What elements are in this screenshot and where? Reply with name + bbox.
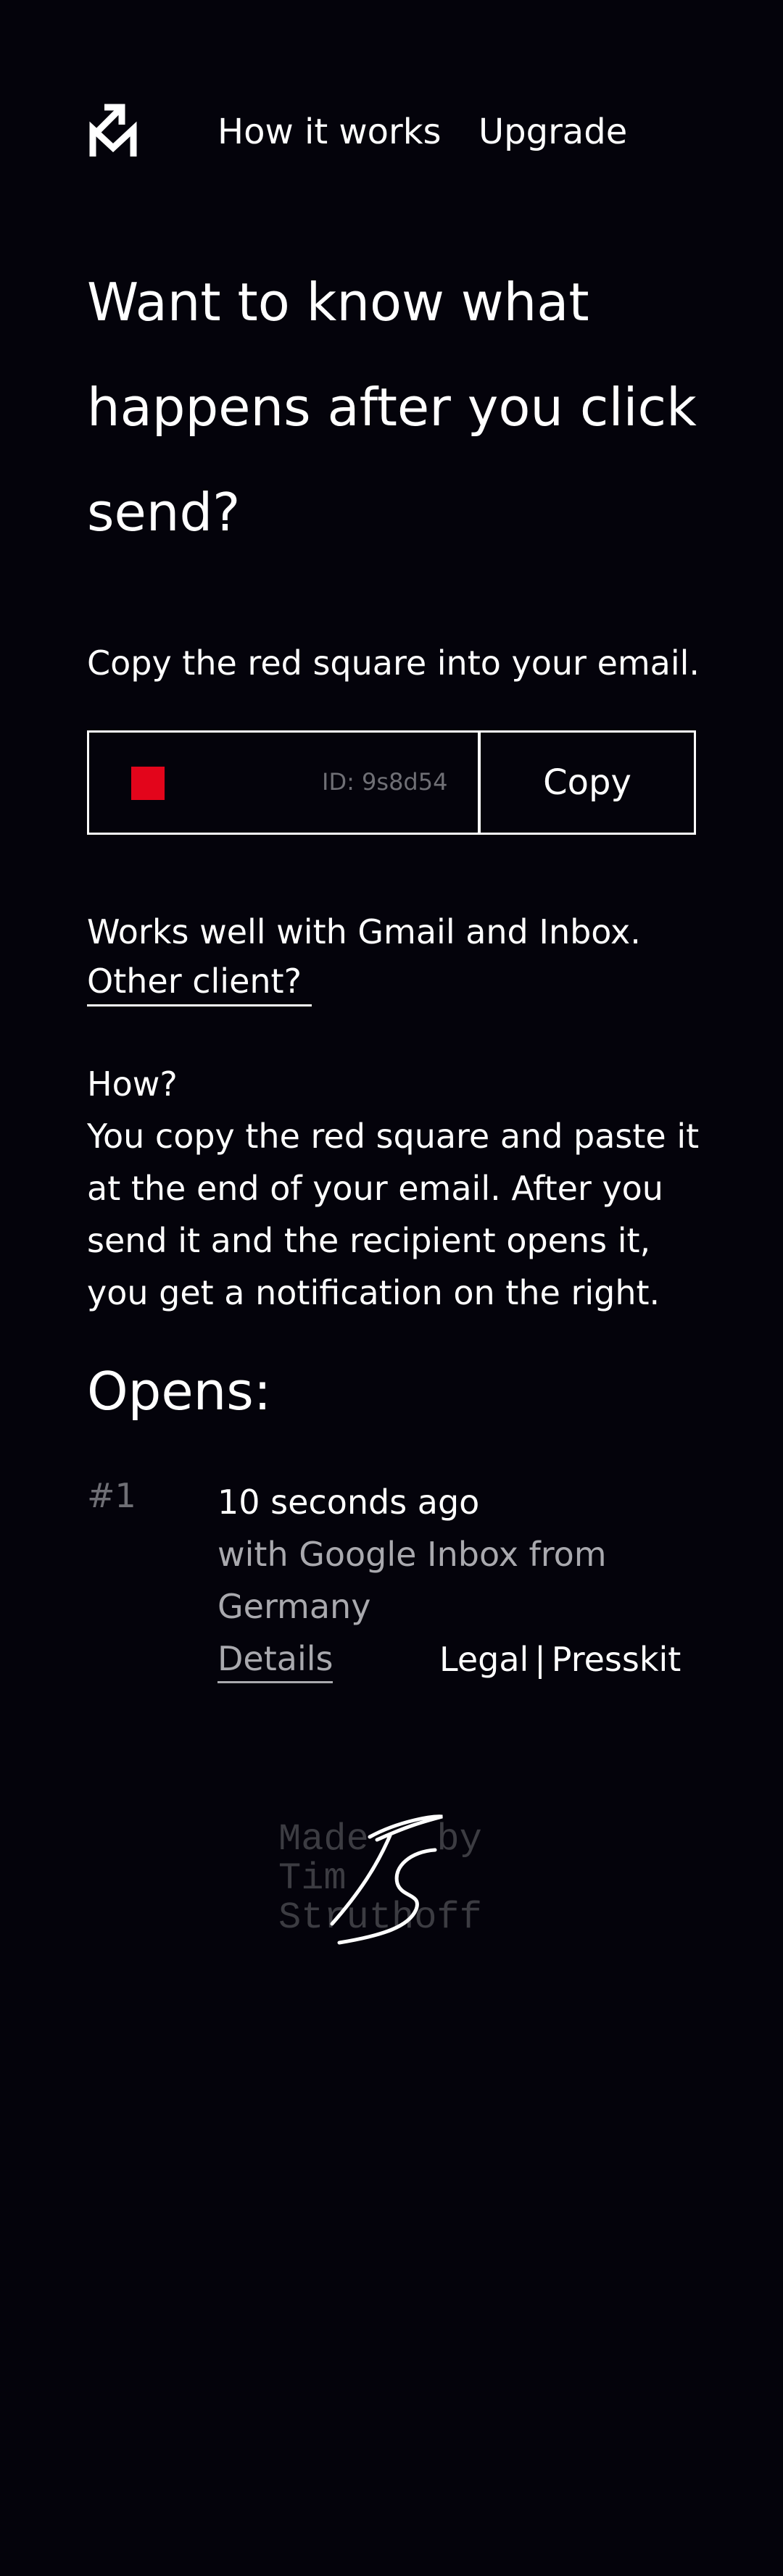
open-item-time: 10 seconds ago	[218, 1483, 480, 1522]
other-client-link[interactable]: Other client?	[87, 958, 312, 1006]
opens-heading: Opens:	[87, 1361, 272, 1422]
red-tracking-square[interactable]	[131, 767, 165, 800]
nav-upgrade-link[interactable]: Upgrade	[478, 112, 627, 152]
tracker-copy-box: ID: 9s8d54 Copy	[87, 730, 696, 835]
intro-text: Copy the red square into your email.	[87, 643, 700, 683]
page-headline: Want to know what happens after you clic…	[87, 272, 697, 543]
how-description: You copy the red square and paste it at …	[87, 1117, 700, 1312]
envelope-arrow-logo-icon[interactable]	[87, 101, 139, 159]
open-item-details-link[interactable]: Details	[218, 1636, 334, 1683]
footer-links: Legal | Presskit	[439, 1633, 681, 1685]
ts-signature-icon	[330, 1814, 443, 1945]
compatibility-text: Works well with Gmail and Inbox.	[87, 912, 641, 951]
how-section: How? You copy the red square and paste i…	[87, 1058, 710, 1319]
how-heading: How?	[87, 1064, 178, 1104]
open-item-source: with Google Inbox from Germany	[218, 1535, 607, 1626]
nav-how-it-works-link[interactable]: How it works	[218, 112, 442, 152]
presskit-link[interactable]: Presskit	[552, 1640, 682, 1679]
top-nav: How it works Upgrade	[87, 101, 710, 159]
legal-link[interactable]: Legal	[439, 1640, 529, 1679]
copy-button[interactable]: Copy	[481, 733, 694, 833]
tracker-id: ID: 9s8d54	[322, 768, 448, 796]
open-item-number: #1	[87, 1476, 136, 1515]
footer-separator: |	[534, 1640, 546, 1679]
